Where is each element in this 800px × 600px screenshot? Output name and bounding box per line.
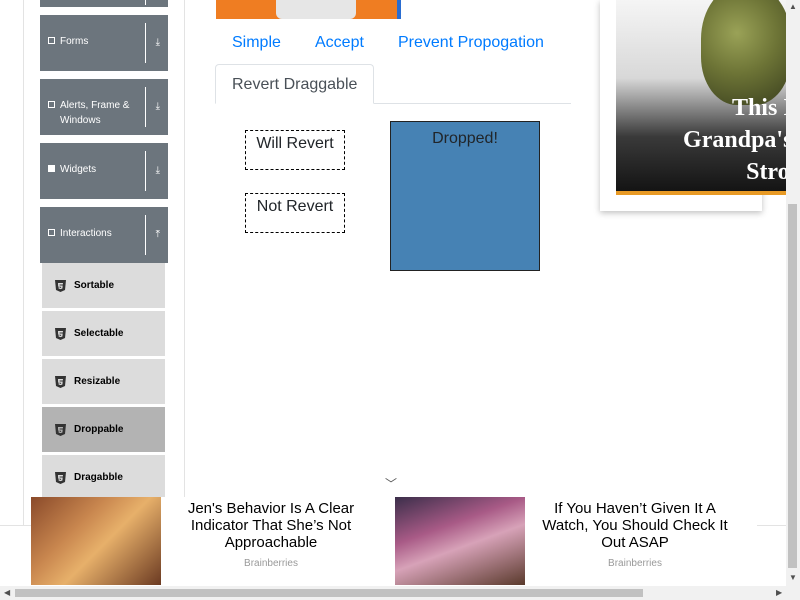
chevron-down-icon[interactable]: ﹀ — [385, 478, 397, 490]
ad-title[interactable]: Jen's Behavior Is A Clear Indicator That… — [177, 500, 365, 551]
collapse-icon[interactable]: ⤒ — [156, 230, 160, 240]
ad-source: Brainberries — [244, 558, 298, 569]
will-revert-draggable[interactable]: Will Revert — [245, 130, 345, 170]
ad-title[interactable]: If You Haven’t Given It A Watch, You Sho… — [535, 500, 735, 551]
sidebar-group-alerts[interactable]: Alerts, Frame & Windows ⤓ — [40, 79, 168, 135]
sidebar-item-label: Sortable — [74, 280, 115, 291]
sidebar-item-selectable[interactable]: Selectable — [42, 311, 165, 357]
sidebar-item-label: Dragabble — [74, 472, 123, 483]
sidebar-item-dragabble[interactable]: Dragabble — [42, 455, 165, 501]
sidebar-group-label: Alerts, Frame & Windows — [60, 100, 130, 126]
expand-icon[interactable]: ⤓ — [156, 38, 160, 48]
sidebar-group-elements[interactable] — [40, 0, 168, 7]
left-frame-border — [23, 0, 24, 525]
sidebar-item-droppable[interactable]: Droppable — [42, 407, 165, 453]
sidebar-group-label: Widgets — [60, 164, 97, 175]
ad-headline: This Isn't Grandpa's The Strong — [683, 95, 800, 185]
html5-icon — [55, 424, 66, 436]
scroll-right-icon[interactable]: ▶ — [776, 589, 782, 597]
vertical-scroll-thumb[interactable] — [788, 204, 797, 568]
sidebar-item-label: Droppable — [74, 424, 124, 435]
banner-image — [216, 0, 401, 19]
expand-icon[interactable]: ⤓ — [156, 102, 160, 112]
horizontal-scrollbar[interactable]: ◀ ▶ — [0, 586, 800, 600]
sidebar-group-label: Forms — [60, 36, 89, 47]
advertisement-right[interactable]: This Isn't Grandpa's The Strong — [600, 0, 800, 211]
sidebar-group-widgets[interactable]: Widgets ⤓ — [40, 143, 168, 199]
ad-source: Brainberries — [608, 558, 662, 569]
sidebar-right-border — [184, 0, 185, 525]
advertisement-bottom[interactable]: Jen's Behavior Is A Clear Indicator That… — [31, 497, 757, 585]
html5-icon — [55, 376, 66, 388]
window-icon — [48, 101, 55, 108]
html5-icon — [55, 280, 66, 292]
html5-icon — [55, 472, 66, 484]
drop-target[interactable]: Dropped! — [390, 121, 540, 271]
tab-list: Simple Accept Prevent Propogation Revert… — [215, 25, 571, 105]
forms-icon — [48, 37, 55, 44]
widgets-icon — [48, 165, 55, 172]
sidebar-group-label: Interactions — [60, 228, 112, 239]
sidebar-item-label: Resizable — [74, 376, 121, 387]
tab-accept[interactable]: Accept — [315, 34, 364, 52]
sidebar-item-resizable[interactable]: Resizable — [42, 359, 165, 405]
vertical-scrollbar[interactable]: ▲ ▼ — [786, 0, 800, 586]
ad-photo — [395, 497, 525, 585]
sidebar-group-interactions[interactable]: Interactions ⤒ — [40, 207, 168, 263]
scroll-down-icon[interactable]: ▼ — [789, 574, 797, 582]
html5-icon — [55, 328, 66, 340]
interactions-icon — [48, 229, 55, 236]
tab-simple[interactable]: Simple — [232, 34, 281, 52]
sidebar-group-forms[interactable]: Forms ⤓ — [40, 15, 168, 71]
expand-icon[interactable]: ⤓ — [156, 166, 160, 176]
scroll-left-icon[interactable]: ◀ — [4, 589, 10, 597]
not-revert-draggable[interactable]: Not Revert — [245, 193, 345, 233]
ad-photo — [31, 497, 161, 585]
tab-prevent-propogation[interactable]: Prevent Propogation — [398, 34, 544, 52]
scroll-up-icon[interactable]: ▲ — [789, 3, 797, 11]
sidebar-item-sortable[interactable]: Sortable — [42, 263, 165, 309]
tab-revert-draggable[interactable]: Revert Draggable — [215, 64, 375, 104]
horizontal-scroll-thumb[interactable] — [15, 589, 643, 597]
sidebar-item-label: Selectable — [74, 328, 124, 339]
